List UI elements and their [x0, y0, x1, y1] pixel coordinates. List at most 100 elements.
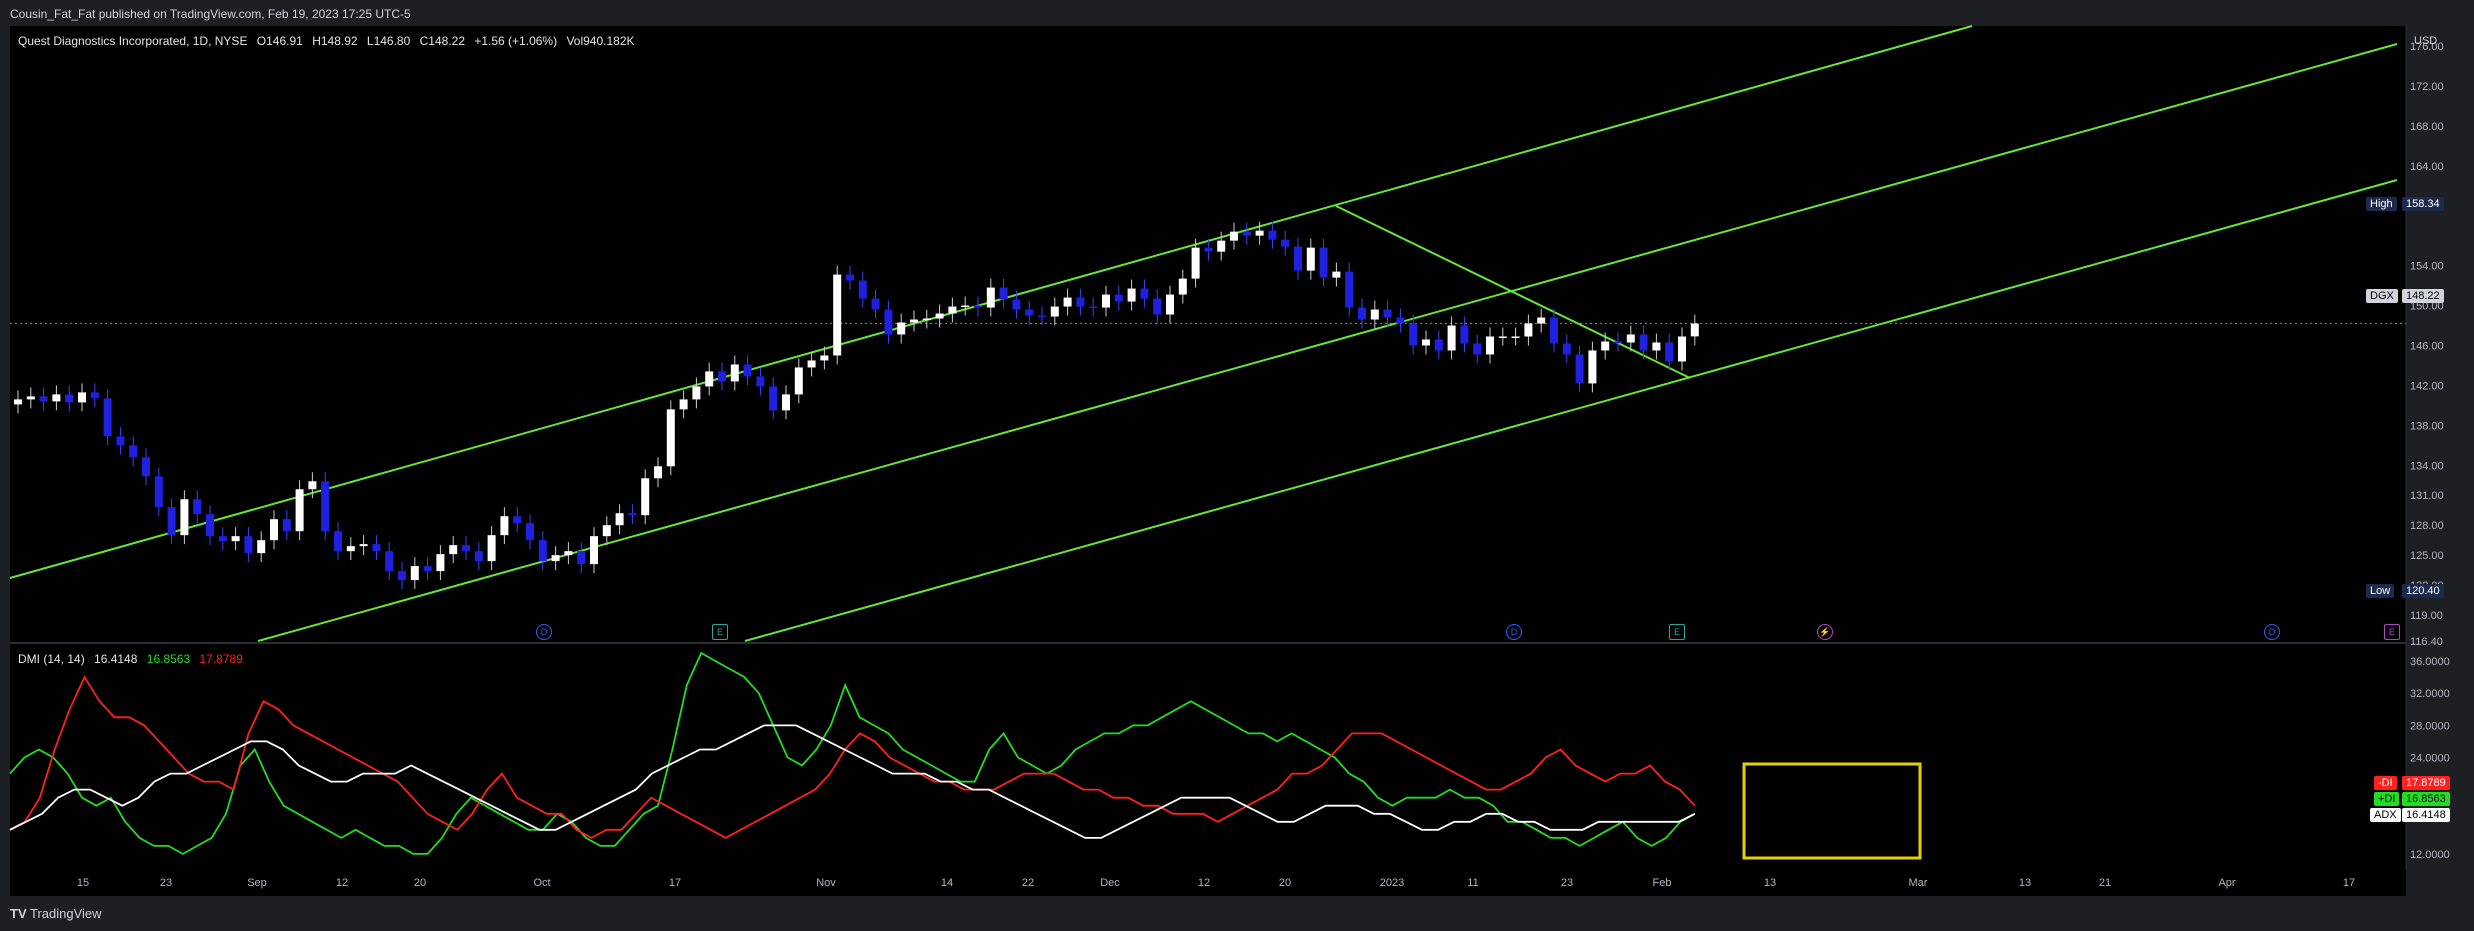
footer-bar: TV TradingView [0, 896, 2474, 931]
candle-body [1601, 341, 1610, 351]
minus-di-tag-value: 17.8789 [2402, 776, 2450, 790]
time-tick-label: 13 [1764, 877, 1776, 889]
price-tick-label: 128.00 [2410, 520, 2444, 532]
dmi-tick-label: 28.0000 [2410, 720, 2450, 732]
candle-body [590, 536, 598, 565]
candle-body [1678, 336, 1686, 362]
candle-body [538, 540, 547, 562]
candle-body [948, 306, 957, 314]
candle-body [129, 445, 138, 458]
time-tick-label: 14 [941, 877, 953, 889]
price-tick-label: 125.00 [2410, 550, 2444, 562]
candle-body [1473, 343, 1482, 355]
time-tick-label: 12 [336, 877, 348, 889]
event-earnings-3[interactable]: E [2384, 624, 2400, 640]
price-tick-label: 168.00 [2410, 121, 2444, 133]
highlight-box [1742, 762, 1922, 860]
candle-body [1012, 299, 1021, 310]
candle-body [1434, 339, 1443, 351]
currency-label: USD [2414, 35, 2438, 47]
candle-body [1025, 309, 1034, 316]
time-tick-label: 11 [1467, 877, 1478, 889]
candle-body [1319, 247, 1328, 278]
price-tick-label: 146.00 [2410, 340, 2444, 352]
candle-body [820, 355, 829, 361]
price-tick-label: 134.00 [2410, 460, 2444, 472]
candle-body [602, 525, 611, 537]
candle-body [1665, 342, 1674, 362]
candle-body [500, 516, 509, 536]
chart-canvas[interactable]: 176.00172.00168.00164.00160.00154.00150.… [0, 0, 2474, 896]
plus-di-tag-value: 16.8563 [2402, 792, 2450, 806]
candle-body [769, 386, 778, 411]
candle-body [794, 367, 803, 395]
candle-body [423, 566, 432, 572]
price-tick-label: 154.00 [2410, 261, 2444, 273]
candle-body [718, 371, 726, 382]
candle-body [1498, 336, 1507, 338]
candle-body [449, 545, 458, 555]
last-price-value: 148.22 [2402, 289, 2444, 303]
candle-body [1306, 247, 1315, 271]
candle-body [1575, 354, 1584, 384]
time-tick-label: Sep [247, 877, 267, 889]
candle-body [1345, 271, 1354, 308]
candle-body [321, 481, 330, 532]
candle-body [1050, 306, 1059, 317]
dmi-tick-label: 24.0000 [2410, 753, 2450, 765]
event-dividend-3[interactable]: D [2264, 624, 2280, 640]
candle-body [628, 513, 637, 516]
candle-body [1268, 230, 1277, 240]
price-tick-label: 164.00 [2410, 161, 2444, 173]
event-dividend-2[interactable]: D [1506, 624, 1522, 640]
dmi-title[interactable]: DMI (14, 14) [18, 652, 85, 666]
candle-body [116, 436, 125, 446]
candle-body [1614, 341, 1622, 343]
time-tick-label: Dec [1100, 877, 1120, 889]
minus-di-tag-label: -DI [2374, 776, 2397, 790]
candle-body [142, 457, 150, 477]
low-tag-value: 120.40 [2402, 584, 2444, 598]
event-split-icon[interactable]: ⚡ [1817, 624, 1833, 640]
candle-body [961, 305, 970, 308]
last-price-symbol: DGX [2366, 289, 2398, 303]
time-tick-label: 23 [1561, 877, 1573, 889]
event-dividend-1[interactable]: D [536, 624, 552, 640]
candle-body [986, 287, 995, 308]
candle-body [807, 360, 816, 368]
price-legend: Quest Diagnostics Incorporated, 1D, NYSE… [18, 34, 641, 48]
candle-body [897, 322, 906, 335]
candle-body [743, 364, 752, 377]
candle-body [193, 499, 202, 515]
candle-body [1204, 247, 1213, 252]
candle-body [462, 545, 470, 552]
tradingview-logo[interactable]: TV TradingView [10, 906, 102, 921]
candle-body [513, 516, 522, 524]
candle-body [218, 536, 227, 542]
tradingview-brand: TradingView [30, 906, 102, 921]
candle-body [1102, 294, 1110, 308]
dmi-tick-label: 36.0000 [2410, 656, 2450, 668]
candle-body [39, 396, 48, 402]
candle-body [1178, 278, 1187, 295]
candle-body [756, 376, 765, 387]
time-tick-label: 12 [1198, 877, 1210, 889]
ohlc-close: C148.22 [419, 34, 466, 48]
time-tick-label: 15 [77, 877, 89, 889]
plus-di-tag-label: +DI [2374, 792, 2400, 806]
event-earnings-2[interactable]: E [1669, 624, 1685, 640]
price-tick-label: 119.00 [2410, 610, 2443, 622]
candle-body [1486, 336, 1494, 355]
price-tick-label: 138.00 [2410, 420, 2444, 432]
candle-body [1550, 317, 1558, 344]
time-tick-label: Nov [816, 877, 836, 889]
ohlc-change: +1.56 (+1.06%) [474, 34, 558, 48]
candle-body [410, 566, 419, 581]
price-tick-label: 131.00 [2410, 490, 2444, 502]
candle-body [1217, 240, 1226, 252]
event-earnings-1[interactable]: E [712, 624, 728, 640]
candle-body [551, 555, 560, 562]
candle-body [526, 523, 534, 541]
symbol-name[interactable]: Quest Diagnostics Incorporated, 1D, NYSE [18, 34, 247, 48]
candle-body [999, 287, 1008, 300]
